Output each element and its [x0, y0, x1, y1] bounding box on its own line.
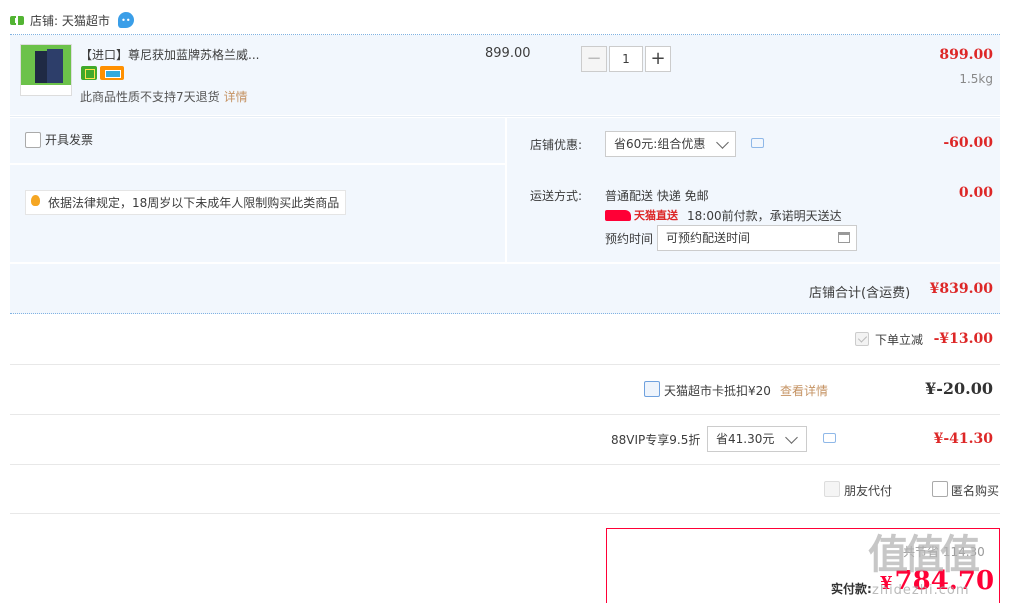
instant-discount-amount: -¥13.00 — [933, 331, 993, 347]
chevron-down-icon — [716, 136, 729, 149]
item-weight: 1.5kg — [959, 72, 993, 86]
invoice-label: 开具发票 — [45, 133, 94, 147]
comment-icon[interactable] — [823, 433, 836, 443]
shipping-fee: 0.00 — [958, 185, 993, 201]
no-return-text: 此商品性质不支持7天退货 — [80, 90, 220, 104]
shop-name[interactable]: 店铺: 天猫超市 — [30, 12, 110, 29]
shop-total-amount: ¥839.00 — [929, 281, 993, 297]
vip-discount-select[interactable]: 省41.30元 — [707, 426, 807, 452]
quantity-input[interactable]: 1 — [609, 46, 643, 72]
instant-discount-label: 下单立减 — [875, 333, 924, 347]
quantity-plus-button[interactable]: + — [645, 46, 671, 72]
unit-price: 899.00 — [485, 46, 531, 61]
discount-amount: -60.00 — [943, 135, 993, 151]
calendar-icon[interactable] — [838, 232, 850, 243]
chevron-down-icon — [785, 431, 798, 444]
service-badge-icon[interactable] — [81, 66, 97, 80]
shop-total-label: 店铺合计(含运费) — [809, 286, 911, 301]
shop-icon — [10, 15, 24, 26]
anonymous-purchase-checkbox[interactable] — [932, 481, 948, 497]
wangwang-chat-icon[interactable]: •• — [117, 12, 134, 28]
tmall-logo-icon — [605, 209, 631, 221]
divider — [10, 364, 1000, 365]
vip-discount-amount: ¥-41.30 — [933, 431, 993, 447]
discount-selected: 省60元:组合优惠 — [614, 137, 706, 151]
tmall-direct-label: 天猫直送 — [634, 209, 678, 222]
tmall-direct-badge: 天猫直送 — [605, 207, 678, 223]
vip-selected: 省41.30元 — [716, 432, 775, 446]
appointment-label: 预约时间 — [605, 232, 654, 246]
quantity-minus-button[interactable]: − — [581, 46, 607, 72]
anonymous-purchase-label: 匿名购买 — [951, 484, 1000, 498]
law-notice-text: 依据法律规定，18周岁以下未成年人限制购买此类商品 — [48, 196, 340, 210]
delivery-promise: 18:00前付款，承诺明天送达 — [687, 209, 842, 223]
detail-link[interactable]: 详情 — [224, 90, 248, 104]
product-thumbnail[interactable] — [20, 44, 72, 96]
friend-pay-checkbox[interactable] — [824, 481, 840, 497]
supermarket-card-details-link[interactable]: 查看详情 — [780, 382, 828, 399]
discount-select[interactable]: 省60元:组合优惠 — [605, 131, 736, 157]
divider — [10, 116, 1000, 117]
divider — [10, 513, 1000, 514]
appointment-time-input[interactable]: 可预约配送时间 — [657, 225, 857, 251]
invoice-checkbox[interactable] — [25, 131, 41, 148]
shipping-method: 普通配送 快递 免邮 — [605, 189, 709, 203]
quantity-stepper: − 1 + — [581, 46, 671, 72]
shop-header: 店铺: 天猫超市 •• — [10, 8, 134, 32]
appointment-value: 可预约配送时间 — [666, 231, 751, 245]
lightbulb-icon — [31, 195, 40, 206]
shipping-label: 运送方式: — [530, 189, 583, 203]
supermarket-card-checkbox[interactable] — [644, 381, 660, 397]
divider — [10, 414, 1000, 415]
supermarket-card-amount: ¥-20.00 — [925, 379, 993, 398]
watermark-logo: 值值值 — [868, 531, 980, 578]
item-subtotal: 899.00 — [939, 47, 993, 63]
comment-icon[interactable] — [751, 138, 764, 148]
law-notice: 依据法律规定，18周岁以下未成年人限制购买此类商品 — [25, 190, 347, 215]
invoice-option[interactable]: 开具发票 — [25, 131, 93, 148]
payment-label: 实付款: — [831, 582, 872, 596]
divider — [10, 464, 1000, 465]
card-payment-badge-icon[interactable] — [100, 66, 124, 80]
watermark-url: zhidezhi.com — [872, 583, 970, 598]
no-return-notice: 此商品性质不支持7天退货 详情 — [80, 88, 248, 105]
supermarket-card-label: 天猫超市卡抵扣¥20 — [664, 384, 771, 398]
friend-pay-label: 朋友代付 — [844, 484, 893, 498]
product-title[interactable]: 【进口】尊尼获加蓝牌苏格兰威... — [80, 46, 259, 63]
discount-label: 店铺优惠: — [530, 138, 583, 152]
vip-label: 88VIP专享9.5折 — [611, 433, 701, 447]
instant-discount-checkbox[interactable] — [855, 332, 869, 346]
